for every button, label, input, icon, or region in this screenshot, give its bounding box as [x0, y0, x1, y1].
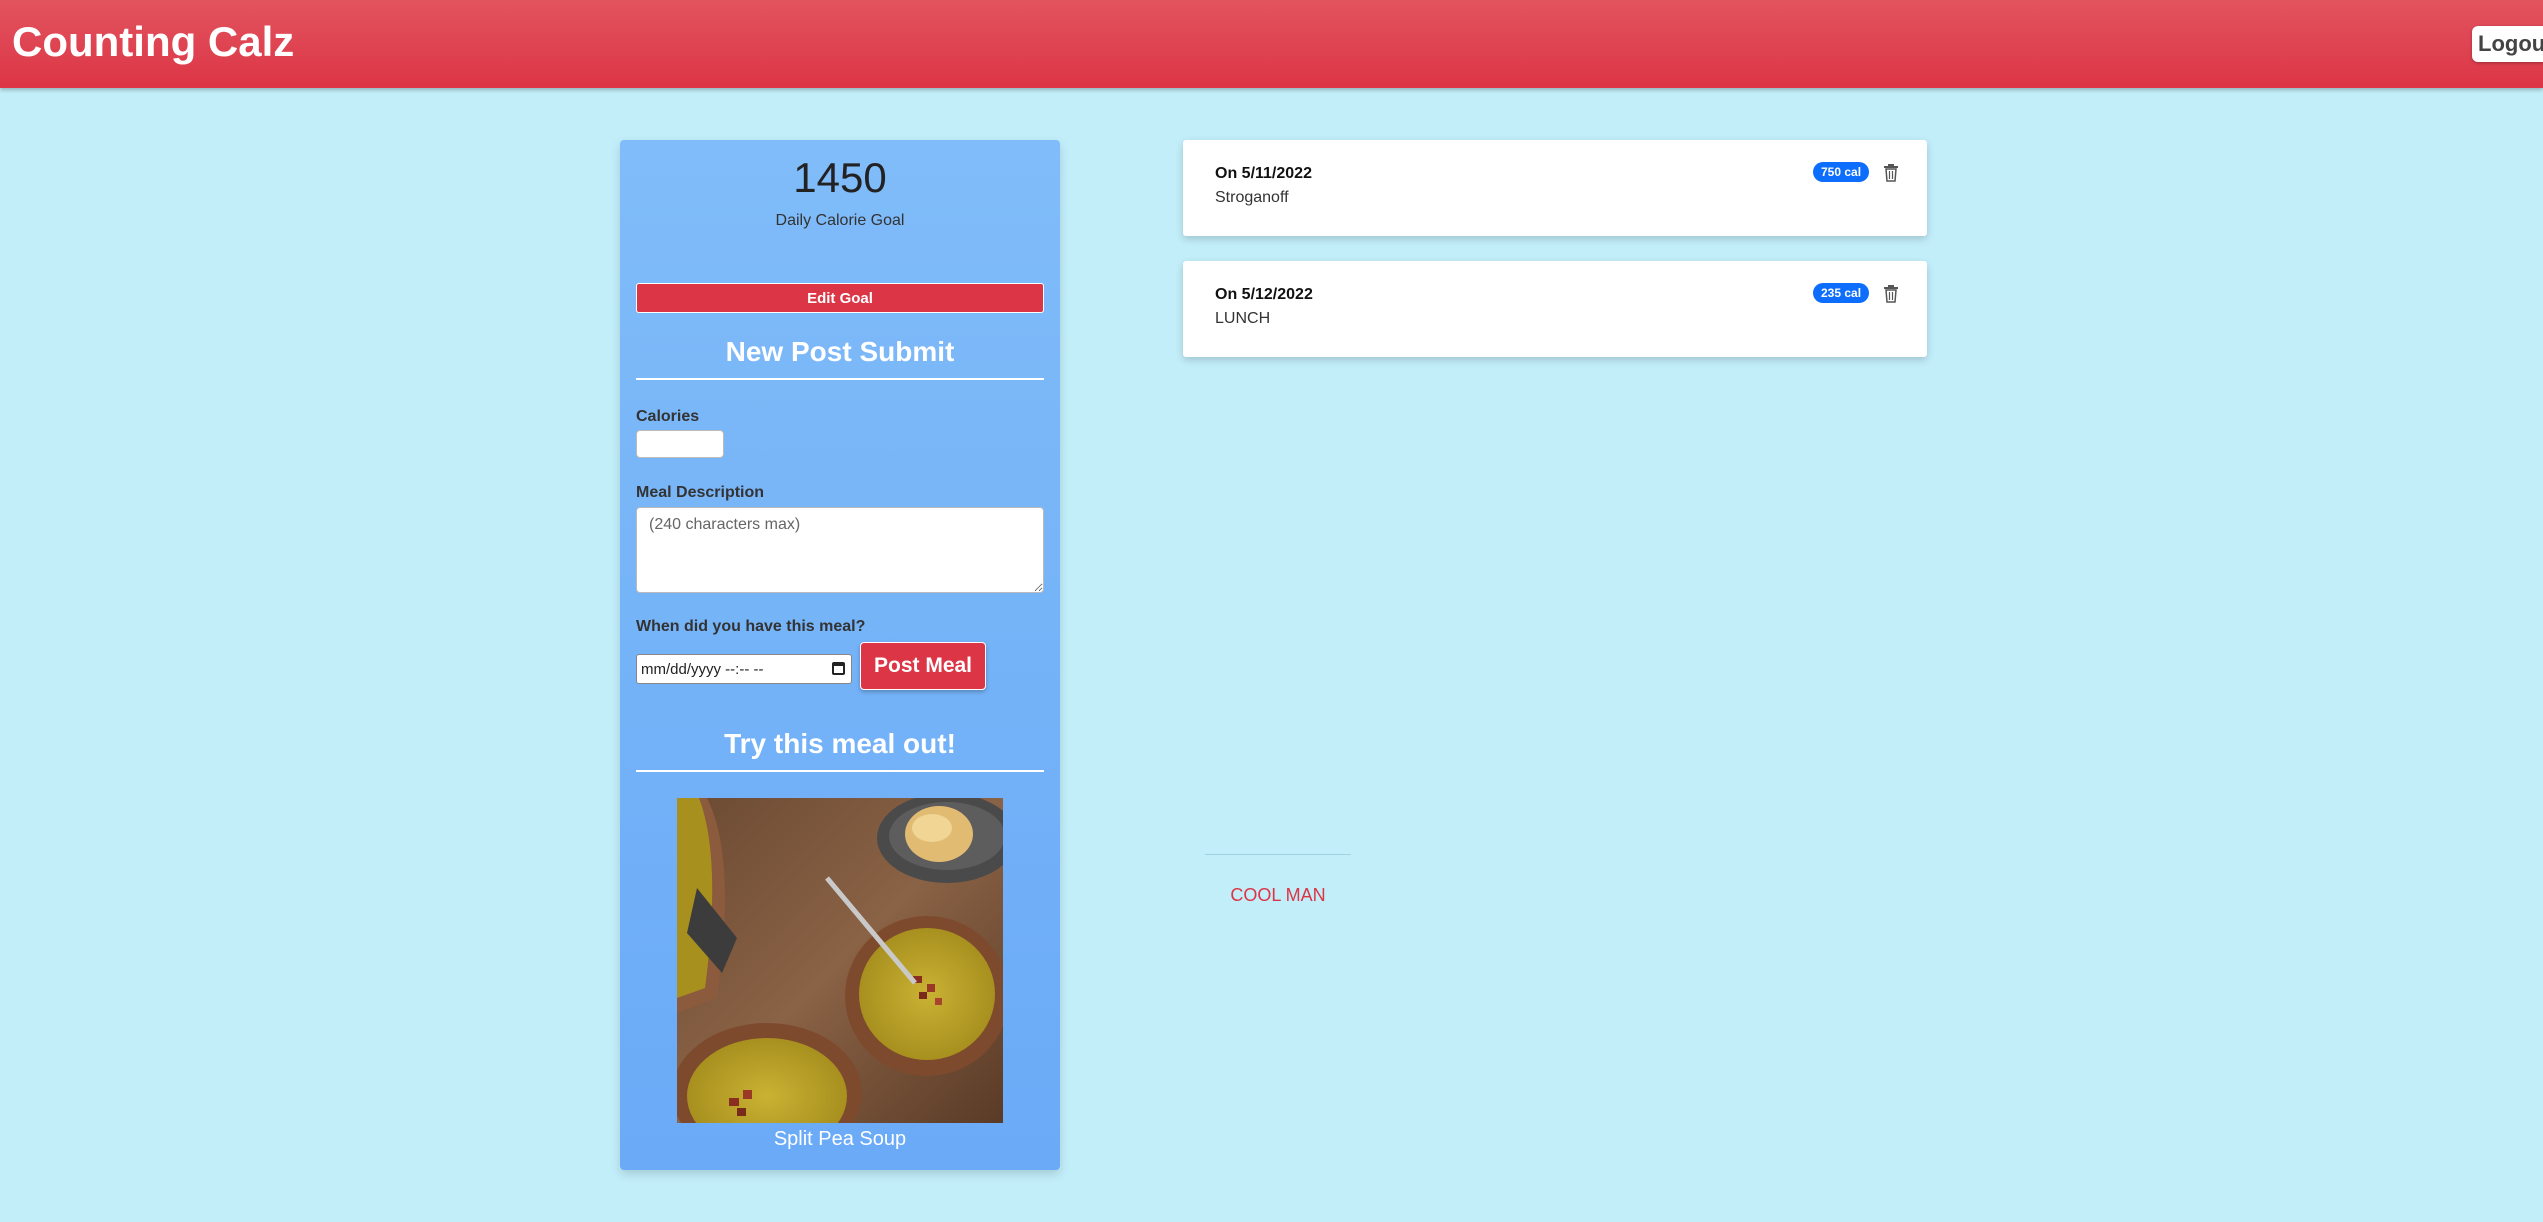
suggestion-divider — [636, 770, 1044, 772]
trash-icon[interactable] — [1883, 285, 1899, 303]
calories-label: Calories — [636, 408, 700, 425]
suggestion-title: Try this meal out! — [724, 728, 956, 759]
soup-photo-image — [677, 798, 1003, 1123]
calories-input[interactable] — [636, 430, 724, 458]
logout-button[interactable]: Logout — [2472, 26, 2543, 62]
meal-datetime-input[interactable]: mm/dd/yyyy --:-- -- — [636, 654, 852, 684]
calorie-badge: 750 cal — [1813, 162, 1870, 182]
meal-time-label: When did you have this meal? — [636, 618, 866, 635]
post-meal-button[interactable]: Post Meal — [860, 642, 986, 690]
daily-goal-value: 1450 — [793, 154, 887, 201]
meal-description: Stroganoff — [1215, 189, 1289, 206]
edit-goal-button[interactable]: Edit Goal — [636, 283, 1044, 313]
top-navbar: Counting Calz Logout — [0, 0, 2543, 88]
new-post-divider — [636, 378, 1044, 380]
meal-card: On 5/11/2022 Stroganoff 750 cal — [1183, 140, 1927, 236]
meal-card: On 5/12/2022 LUNCH 235 cal — [1183, 261, 1927, 357]
meal-description-input[interactable] — [636, 507, 1044, 593]
datetime-placeholder: mm/dd/yyyy --:-- -- — [641, 660, 764, 678]
meal-date: On 5/11/2022 — [1215, 165, 1312, 182]
footer-text: COOL MAN — [1230, 885, 1326, 905]
meal-description: LUNCH — [1215, 310, 1271, 327]
app-brand[interactable]: Counting Calz — [12, 18, 294, 66]
suggested-meal-name: Split Pea Soup — [773, 1128, 907, 1150]
meal-description-label: Meal Description — [636, 484, 765, 501]
calendar-icon[interactable] — [832, 662, 845, 675]
daily-goal-label: Daily Calorie Goal — [775, 212, 905, 229]
new-post-title: New Post Submit — [725, 336, 955, 367]
footer-divider — [1205, 854, 1351, 855]
trash-icon[interactable] — [1883, 164, 1899, 182]
meal-date: On 5/12/2022 — [1215, 286, 1313, 303]
calorie-sidebar-panel: 1450 Daily Calorie Goal Edit Goal New Po… — [620, 140, 1060, 1170]
calorie-badge: 235 cal — [1813, 283, 1870, 303]
